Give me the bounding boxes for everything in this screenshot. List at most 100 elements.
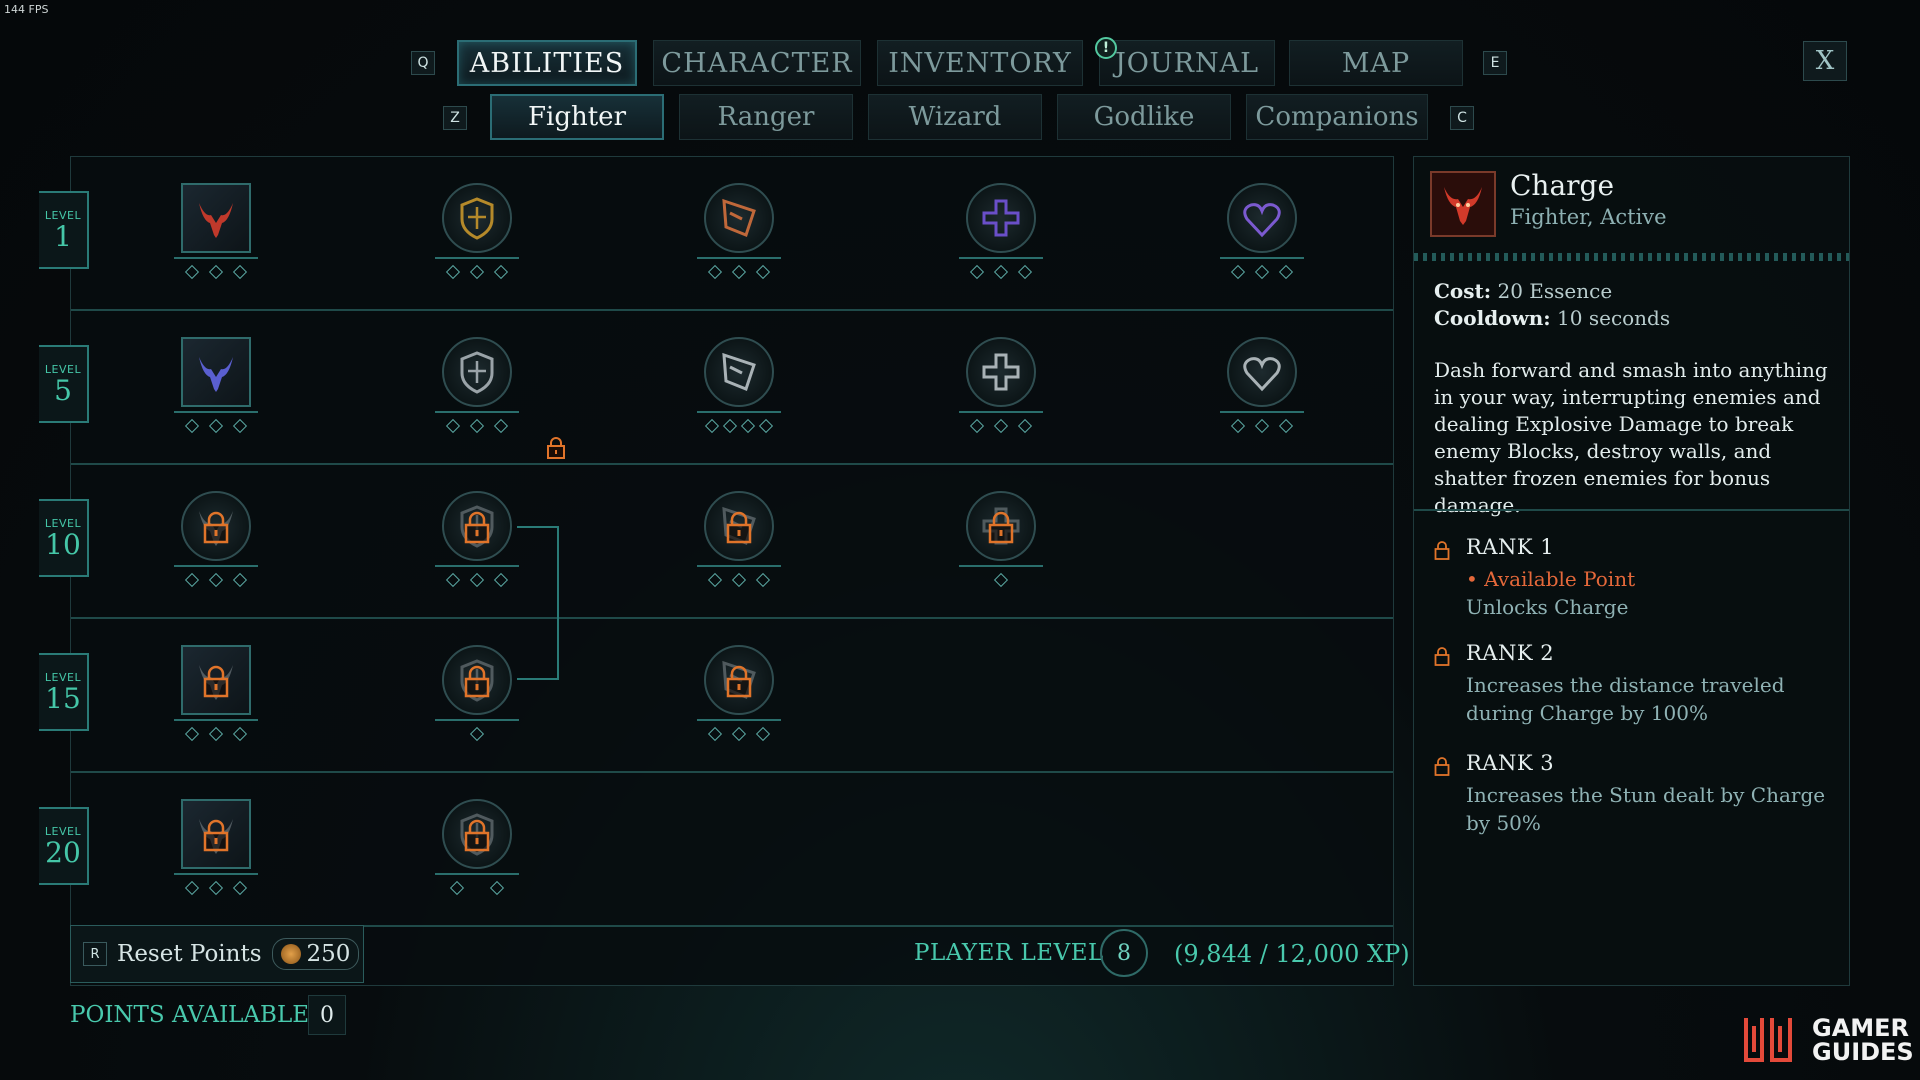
rank-pips bbox=[701, 418, 777, 434]
ability-node[interactable] bbox=[697, 329, 781, 439]
rank-pip bbox=[493, 264, 509, 280]
ability-node[interactable] bbox=[435, 329, 519, 439]
brand-line-2: GUIDES bbox=[1812, 1038, 1914, 1066]
rank-pip bbox=[755, 264, 771, 280]
tab-abilities[interactable]: ABILITIES bbox=[457, 40, 637, 86]
ability-node[interactable] bbox=[1220, 329, 1304, 439]
leap-strike-icon bbox=[181, 645, 251, 715]
ability-cooldown: Cooldown: 10 seconds bbox=[1434, 306, 1671, 330]
tree-row-level-20: LEVEL 20 bbox=[39, 773, 1393, 927]
ability-node[interactable] bbox=[1220, 175, 1304, 285]
level-badge: LEVEL 1 bbox=[39, 181, 89, 281]
ability-node[interactable] bbox=[435, 637, 519, 747]
ability-node[interactable] bbox=[959, 329, 1043, 439]
rank-pip bbox=[731, 726, 747, 742]
skill-connector bbox=[517, 526, 559, 680]
lock-icon bbox=[1434, 647, 1450, 666]
tab-map[interactable]: MAP bbox=[1289, 40, 1463, 86]
reset-cost: 250 bbox=[271, 938, 360, 970]
skull-sword-icon bbox=[966, 337, 1036, 407]
ability-node[interactable] bbox=[174, 791, 258, 901]
close-button[interactable]: X bbox=[1803, 41, 1847, 81]
rank-pips bbox=[439, 418, 515, 434]
level-badge: LEVEL 15 bbox=[39, 643, 89, 743]
level-number: 5 bbox=[54, 373, 72, 407]
warrior-icon bbox=[442, 799, 512, 869]
rank-pips bbox=[178, 572, 254, 588]
ability-node[interactable] bbox=[174, 329, 258, 439]
cyclone-icon bbox=[704, 645, 774, 715]
reset-key: R bbox=[83, 942, 107, 966]
node-base-line bbox=[697, 565, 781, 567]
points-available-label: POINTS AVAILABLE bbox=[70, 1002, 310, 1028]
next-tab-key[interactable]: E bbox=[1483, 51, 1507, 75]
brand-line-1: GAMER bbox=[1812, 1014, 1910, 1042]
level-number: 1 bbox=[54, 219, 72, 253]
rank-pip bbox=[208, 264, 224, 280]
ability-description: Dash forward and smash into anything in … bbox=[1434, 358, 1828, 517]
rank-pip bbox=[1017, 418, 1033, 434]
subtab-wizard[interactable]: Wizard bbox=[868, 94, 1042, 140]
gamer-guides-logo-icon bbox=[1744, 1018, 1792, 1062]
rank-pip bbox=[493, 418, 509, 434]
rank-pip bbox=[184, 418, 200, 434]
rank-pip bbox=[449, 880, 465, 896]
node-base-line bbox=[959, 411, 1043, 413]
ability-node[interactable] bbox=[959, 175, 1043, 285]
ability-node[interactable] bbox=[174, 175, 258, 285]
ability-node[interactable] bbox=[959, 483, 1043, 593]
tab-journal[interactable]: JOURNAL bbox=[1099, 40, 1275, 86]
axe-cleave-icon bbox=[442, 337, 512, 407]
node-base-line bbox=[1220, 257, 1304, 259]
rank-pips bbox=[701, 726, 777, 742]
level-number: 20 bbox=[45, 835, 81, 869]
whirlwind-icon bbox=[181, 491, 251, 561]
ability-node[interactable] bbox=[697, 483, 781, 593]
ability-node[interactable] bbox=[435, 175, 519, 285]
node-base-line bbox=[1220, 411, 1304, 413]
rank-pip bbox=[704, 418, 720, 434]
ability-node[interactable] bbox=[697, 175, 781, 285]
rank-pips bbox=[178, 880, 254, 896]
level-number: 10 bbox=[45, 527, 81, 561]
ability-node[interactable] bbox=[435, 483, 519, 593]
rank-pips bbox=[439, 572, 515, 588]
rank-pip bbox=[232, 418, 248, 434]
node-base-line bbox=[697, 719, 781, 721]
rank-pip bbox=[232, 880, 248, 896]
subtab-ranger[interactable]: Ranger bbox=[679, 94, 853, 140]
subtab-companions[interactable]: Companions bbox=[1246, 94, 1428, 140]
subtab-godlike[interactable]: Godlike bbox=[1057, 94, 1231, 140]
rank-pip bbox=[993, 264, 1009, 280]
subtab-fighter[interactable]: Fighter bbox=[490, 94, 664, 140]
next-subtab-key[interactable]: C bbox=[1450, 106, 1474, 130]
points-available-value: 0 bbox=[308, 995, 346, 1035]
rank-pip bbox=[1230, 418, 1246, 434]
ability-node[interactable] bbox=[174, 483, 258, 593]
rank-pip bbox=[993, 572, 1009, 588]
prev-subtab-key[interactable]: Z bbox=[443, 106, 467, 130]
rank-pip bbox=[445, 264, 461, 280]
rank-pips bbox=[178, 418, 254, 434]
tab-inventory[interactable]: INVENTORY bbox=[877, 40, 1083, 86]
rank-pip bbox=[208, 418, 224, 434]
rank-pip bbox=[731, 264, 747, 280]
fps-counter: 144 FPS bbox=[4, 3, 49, 16]
rank-pip bbox=[489, 880, 505, 896]
tab-character[interactable]: CHARACTER bbox=[653, 40, 861, 86]
rank-pips bbox=[439, 264, 515, 280]
ability-node[interactable] bbox=[174, 637, 258, 747]
rank-pip bbox=[707, 726, 723, 742]
node-base-line bbox=[435, 719, 519, 721]
rank-pip bbox=[993, 418, 1009, 434]
dragon-claw-icon bbox=[181, 337, 251, 407]
ability-node[interactable] bbox=[435, 791, 519, 901]
prev-tab-key[interactable]: Q bbox=[411, 51, 435, 75]
ability-node[interactable] bbox=[697, 637, 781, 747]
shield-guard-icon bbox=[442, 491, 512, 561]
spin-slash-icon bbox=[704, 491, 774, 561]
journal-alert-icon: ! bbox=[1095, 37, 1117, 59]
rank-pip bbox=[493, 572, 509, 588]
rank-pips bbox=[178, 726, 254, 742]
reset-points-button[interactable]: R Reset Points 250 bbox=[70, 925, 364, 983]
